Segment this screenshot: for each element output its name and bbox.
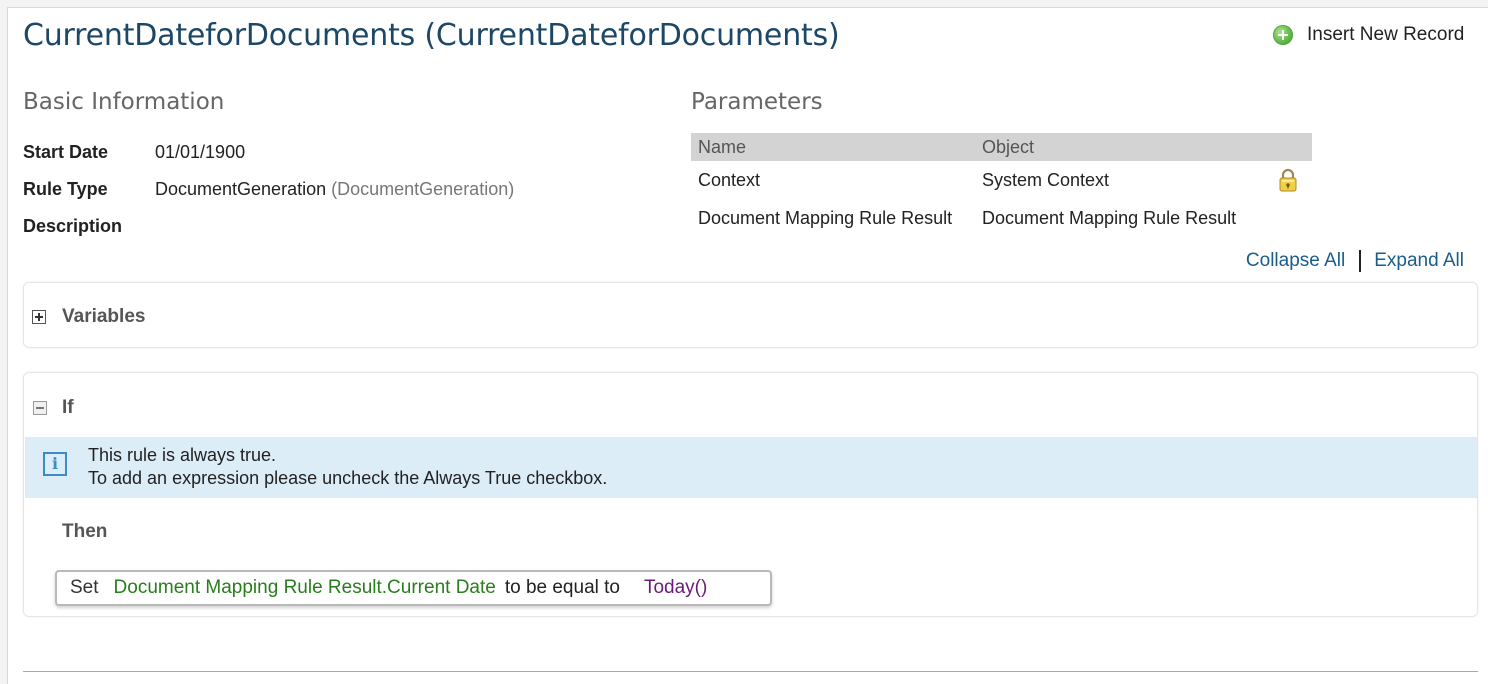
start-date-value: 01/01/1900 [155, 142, 246, 162]
rule-type-label: Rule Type [23, 179, 108, 199]
rule-type-id: (DocumentGeneration) [331, 179, 515, 199]
collapse-if-icon[interactable] [33, 401, 47, 415]
param-name: Document Mapping Rule Result [698, 207, 953, 228]
page-title: CurrentDateforDocuments (CurrentDateforD… [23, 18, 840, 53]
info-text: This rule is always true. To add an expr… [88, 444, 607, 490]
if-title[interactable]: If [62, 397, 74, 419]
add-circle-icon [1273, 25, 1293, 45]
start-date-label: Start Date [23, 142, 109, 162]
table-row: Document Mapping Rule Result Document Ma… [691, 199, 1312, 237]
insert-new-record-button[interactable]: Insert New Record [1273, 22, 1464, 48]
variables-section: Variables [23, 282, 1478, 348]
info-line-2: To add an expression please uncheck the … [88, 468, 608, 488]
expand-variables-icon[interactable] [32, 310, 46, 324]
column-header-object: Object [982, 136, 1035, 157]
info-icon: i [43, 452, 67, 476]
rule-type-name: DocumentGeneration [155, 179, 327, 199]
bottom-divider [23, 671, 1478, 672]
basic-information-heading: Basic Information [23, 89, 225, 115]
info-line-1: This rule is always true. [88, 445, 277, 465]
statement-operator[interactable]: to be equal to [505, 577, 620, 599]
param-object: Document Mapping Rule Result [982, 207, 1237, 228]
rule-type-value: DocumentGeneration (DocumentGeneration) [155, 179, 514, 200]
lock-icon [1279, 168, 1297, 192]
collapse-expand-links: Collapse All Expand All [1246, 250, 1464, 272]
description-label: Description [23, 216, 123, 236]
param-object: System Context [982, 169, 1110, 190]
expand-all-link[interactable]: Expand All [1374, 250, 1464, 272]
link-separator [1359, 250, 1362, 272]
always-true-info-message: i This rule is always true. To add an ex… [25, 437, 1477, 498]
statement-function[interactable]: Today() [644, 577, 707, 599]
param-name: Context [698, 169, 761, 190]
variables-title[interactable]: Variables [62, 306, 145, 328]
parameters-table: Name Object Context System Context Docum… [691, 133, 1312, 237]
statement-keyword: Set [70, 577, 99, 598]
if-section: If i This rule is always true. To add an… [23, 372, 1478, 617]
table-row: Context System Context [691, 161, 1312, 199]
parameters-heading: Parameters [691, 89, 823, 115]
then-label: Then [62, 521, 108, 542]
collapse-all-link[interactable]: Collapse All [1246, 250, 1345, 272]
column-header-name: Name [698, 136, 747, 157]
parameters-table-header: Name Object [691, 133, 1312, 161]
set-statement[interactable]: Set Document Mapping Rule Result.Current… [55, 570, 772, 606]
insert-new-record-label: Insert New Record [1307, 24, 1465, 45]
statement-field[interactable]: Document Mapping Rule Result.Current Dat… [114, 577, 496, 599]
